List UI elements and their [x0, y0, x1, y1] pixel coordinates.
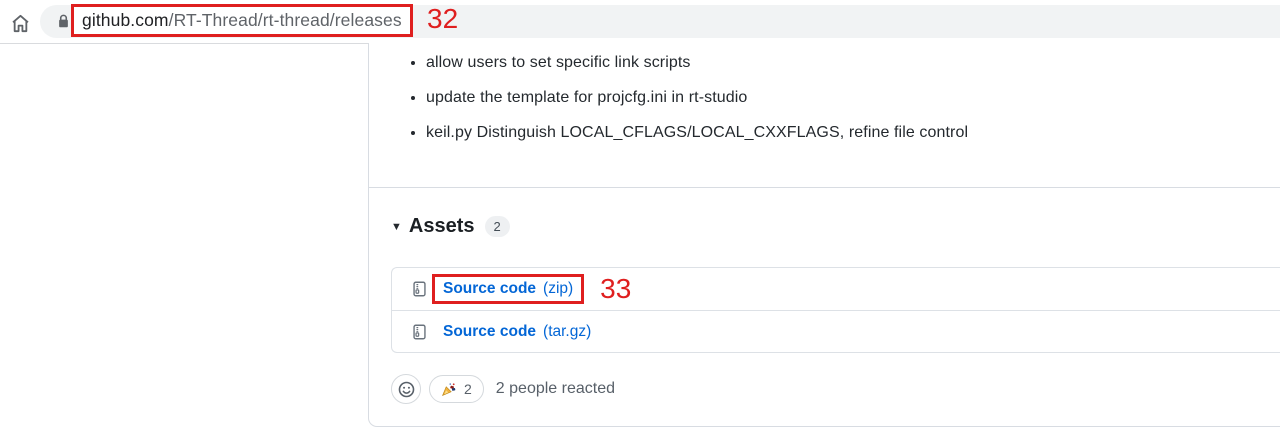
asset-annotation-box-33: Source code (zip): [432, 274, 584, 304]
annotation-number-33: 33: [600, 275, 631, 303]
asset-link-name: Source code: [443, 323, 536, 341]
tada-reaction-button[interactable]: 2: [429, 375, 484, 403]
tada-icon: [441, 381, 457, 397]
smiley-icon: [398, 381, 415, 398]
home-button[interactable]: [7, 10, 33, 36]
release-note: update the template for projcfg.ini in r…: [426, 86, 1280, 110]
caret-down-icon: ▼: [391, 221, 402, 233]
source-code-zip-link[interactable]: Source code (zip): [443, 280, 573, 298]
file-zip-icon: [412, 324, 427, 340]
home-icon: [9, 12, 32, 35]
asset-row-targz: Source code (tar.gz): [392, 310, 1280, 352]
lock-icon: [57, 13, 70, 35]
address-bar[interactable]: github.com/RT-Thread/rt-thread/releases: [40, 5, 1280, 38]
release-note: allow users to set specific link scripts: [426, 51, 1280, 75]
assets-heading: Assets: [409, 215, 475, 238]
tada-count: 2: [464, 381, 472, 397]
url-annotation-box-32: github.com/RT-Thread/rt-thread/releases: [71, 4, 413, 37]
asset-row-zip: Source code (zip) 33: [392, 268, 1280, 310]
source-code-targz-link[interactable]: Source code (tar.gz): [443, 323, 591, 341]
asset-link-format: (tar.gz): [543, 323, 591, 341]
browser-toolbar: github.com/RT-Thread/rt-thread/releases …: [0, 0, 1280, 44]
file-zip-icon: [412, 281, 427, 297]
reaction-summary: 2 people reacted: [496, 380, 615, 398]
assets-toggle[interactable]: ▼ Assets 2: [391, 213, 510, 240]
asset-link-format: (zip): [543, 280, 573, 298]
url-path: /RT-Thread/rt-thread/releases: [169, 10, 402, 31]
reactions-row: 2 2 people reacted: [391, 374, 1280, 404]
release-note: keil.py Distinguish LOCAL_CFLAGS/LOCAL_C…: [426, 121, 1280, 145]
release-notes-list: allow users to set specific link scripts…: [369, 51, 1280, 145]
assets-count-badge: 2: [485, 216, 510, 237]
assets-box: Source code (zip) 33: [391, 267, 1280, 353]
page-background: allow users to set specific link scripts…: [0, 44, 1280, 435]
release-body: allow users to set specific link scripts…: [369, 43, 1280, 187]
add-reaction-button[interactable]: [391, 374, 421, 404]
url-domain: github.com: [82, 10, 169, 31]
annotation-number-32: 32: [427, 3, 458, 35]
release-footer: ▼ Assets 2: [369, 187, 1280, 404]
asset-link-name: Source code: [443, 280, 536, 298]
release-card: allow users to set specific link scripts…: [368, 43, 1280, 427]
